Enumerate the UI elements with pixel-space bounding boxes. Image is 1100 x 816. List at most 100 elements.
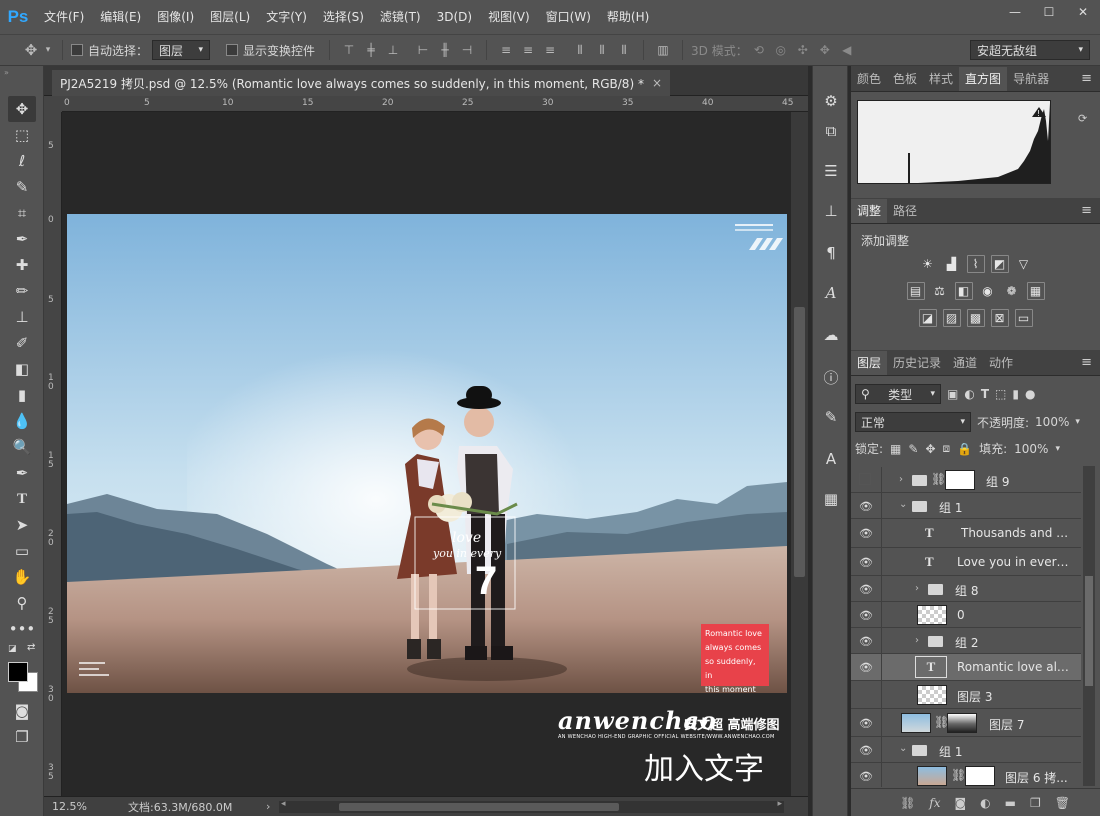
visibility-empty-icon[interactable] bbox=[859, 473, 871, 485]
collapse-icon[interactable]: » bbox=[4, 68, 9, 77]
history-brush-tool-icon[interactable]: ✐ bbox=[8, 330, 36, 356]
layer-row[interactable]: 👁 T Thousands and th... bbox=[851, 519, 1081, 548]
opacity-value[interactable]: 100% bbox=[1035, 415, 1069, 429]
gradient-tool-icon[interactable]: ▮ bbox=[8, 382, 36, 408]
align-right-icon[interactable]: ⊣ bbox=[456, 39, 478, 61]
move-tool-icon[interactable]: ✥ bbox=[20, 39, 42, 61]
vertical-ruler[interactable]: 5 0 5 1 0 1 5 2 0 2 5 3 0 3 5 bbox=[44, 112, 62, 796]
scroll-thumb[interactable] bbox=[794, 307, 805, 577]
brush-presets-icon[interactable]: ✎ bbox=[818, 404, 844, 430]
layer-row[interactable]: 👁 ⌄ 组 1 bbox=[851, 493, 1081, 519]
eye-icon[interactable]: 👁 bbox=[859, 716, 873, 730]
horizontal-ruler[interactable]: 0 5 10 15 20 25 30 35 40 45 bbox=[62, 96, 808, 112]
menu-3d[interactable]: 3D(D) bbox=[429, 0, 480, 34]
horizontal-scrollbar[interactable]: ◂ ▸ bbox=[279, 799, 784, 813]
threshold-icon[interactable]: ▩ bbox=[966, 309, 985, 327]
distribute-left-icon[interactable]: ⦀ bbox=[569, 39, 591, 61]
align-bottom-icon[interactable]: ⊥ bbox=[382, 39, 404, 61]
type-tool-icon[interactable]: T bbox=[8, 486, 36, 512]
ruler-corner[interactable] bbox=[44, 96, 62, 112]
chevron-down-icon[interactable]: ⌄ bbox=[899, 499, 907, 510]
align-top-icon[interactable]: ⊤ bbox=[338, 39, 360, 61]
delete-layer-icon[interactable]: 🗑 bbox=[1055, 796, 1070, 810]
properties-icon[interactable]: ☰ bbox=[818, 158, 844, 184]
eyedropper-tool-icon[interactable]: ✒ bbox=[8, 226, 36, 252]
distribute-top-icon[interactable]: ≡ bbox=[495, 39, 517, 61]
dodge-tool-icon[interactable]: 🔍 bbox=[8, 434, 36, 460]
chevron-down-icon[interactable]: ▾ bbox=[1075, 417, 1080, 427]
foreground-color-swatch[interactable] bbox=[8, 662, 28, 682]
zoom-level[interactable]: 12.5% bbox=[52, 800, 124, 813]
link-icon[interactable]: ⛓ bbox=[931, 472, 946, 486]
auto-align-icon[interactable]: ▥ bbox=[652, 39, 674, 61]
swap-colors-icon[interactable]: ⇄ bbox=[27, 642, 35, 653]
brightness-contrast-icon[interactable]: ☀ bbox=[919, 255, 937, 273]
menu-file[interactable]: 文件(F) bbox=[36, 0, 92, 34]
close-icon[interactable]: ✕ bbox=[1066, 0, 1100, 24]
eye-icon[interactable]: 👁 bbox=[859, 769, 873, 783]
color-balance-icon[interactable]: ⚖ bbox=[931, 282, 949, 300]
layer-row[interactable]: › ⛓ 组 9 bbox=[851, 467, 1081, 493]
layer-row-selected[interactable]: 👁 T Romantic love alw... bbox=[851, 654, 1081, 681]
3d-scale-icon[interactable]: ◀ bbox=[836, 39, 858, 61]
scroll-left-icon[interactable]: ◂ bbox=[281, 799, 286, 809]
quick-mask-icon[interactable]: ◙ bbox=[8, 698, 36, 724]
chevron-down-icon[interactable]: ▾ bbox=[42, 39, 54, 61]
filter-toggle-icon[interactable]: ● bbox=[1025, 387, 1035, 401]
tab-actions[interactable]: 动作 bbox=[983, 351, 1019, 375]
filter-adjustment-icon[interactable]: ◐ bbox=[964, 387, 974, 401]
eye-icon[interactable]: 👁 bbox=[859, 608, 873, 622]
libraries-icon[interactable]: ☁ bbox=[818, 322, 844, 348]
layer-style-icon[interactable]: fx bbox=[929, 796, 940, 810]
layer-row[interactable]: 👁 › 组 8 bbox=[851, 576, 1081, 602]
distribute-hcenter-icon[interactable]: ⦀ bbox=[591, 39, 613, 61]
distribute-bottom-icon[interactable]: ≡ bbox=[539, 39, 561, 61]
timeline-icon[interactable]: ▦ bbox=[818, 486, 844, 512]
character-styles-icon[interactable]: A bbox=[818, 446, 844, 472]
3d-slide-icon[interactable]: ✥ bbox=[814, 39, 836, 61]
invert-icon[interactable]: ◪ bbox=[918, 309, 937, 327]
vertical-scrollbar[interactable] bbox=[791, 112, 808, 796]
refresh-icon[interactable]: ⟳ bbox=[1078, 112, 1092, 126]
path-select-tool-icon[interactable]: ➤ bbox=[8, 512, 36, 538]
layer-row[interactable]: 👁 ⛓ 图层 6 拷... bbox=[851, 763, 1081, 787]
tab-layers[interactable]: 图层 bbox=[851, 351, 888, 375]
chevron-down-icon[interactable]: ▾ bbox=[1055, 444, 1060, 454]
photo-filter-icon[interactable]: ◉ bbox=[979, 282, 997, 300]
auto-select-dropdown[interactable]: 图层 ▾ bbox=[152, 40, 211, 60]
posterize-icon[interactable]: ▨ bbox=[942, 309, 961, 327]
menu-type[interactable]: 文字(Y) bbox=[258, 0, 315, 34]
lock-artboard-icon[interactable]: ⧈ bbox=[943, 441, 951, 456]
menu-filter[interactable]: 滤镜(T) bbox=[372, 0, 429, 34]
marquee-tool-icon[interactable]: ⬚ bbox=[8, 122, 36, 148]
menu-layer[interactable]: 图层(L) bbox=[202, 0, 258, 34]
document-tab[interactable]: PJ2A5219 拷贝.psd @ 12.5% (Romantic love a… bbox=[52, 70, 671, 96]
layer-thumbnail[interactable] bbox=[917, 605, 947, 625]
layer-row[interactable]: 图层 3 bbox=[851, 681, 1081, 709]
menu-image[interactable]: 图像(I) bbox=[149, 0, 202, 34]
eye-icon[interactable]: 👁 bbox=[859, 582, 873, 596]
move-tool-icon[interactable]: ✥ bbox=[8, 96, 36, 122]
layer-thumbnail[interactable] bbox=[901, 713, 931, 733]
align-left-icon[interactable]: ⊢ bbox=[412, 39, 434, 61]
pen-tool-icon[interactable]: ✒ bbox=[8, 460, 36, 486]
zoom-tool-icon[interactable]: ⚲ bbox=[8, 590, 36, 616]
eye-icon[interactable]: 👁 bbox=[859, 634, 873, 648]
panel-menu-icon[interactable]: ≡ bbox=[1081, 355, 1092, 370]
info-icon[interactable]: ⓘ bbox=[818, 364, 844, 390]
minimize-icon[interactable]: — bbox=[998, 0, 1032, 24]
menu-edit[interactable]: 编辑(E) bbox=[92, 0, 149, 34]
layer-comps-icon[interactable]: ⧉ bbox=[818, 118, 844, 144]
tab-navigator[interactable]: 导航器 bbox=[1007, 67, 1055, 91]
eye-icon[interactable]: 👁 bbox=[859, 660, 873, 674]
show-transform-checkbox[interactable] bbox=[226, 44, 239, 56]
eraser-tool-icon[interactable]: ◧ bbox=[8, 356, 36, 382]
paragraph-icon[interactable]: ¶ bbox=[818, 240, 844, 266]
rectangle-tool-icon[interactable]: ▭ bbox=[8, 538, 36, 564]
eye-icon[interactable]: 👁 bbox=[859, 499, 873, 513]
layer-mask-thumbnail[interactable] bbox=[947, 713, 977, 733]
vibrance-icon[interactable]: ▽ bbox=[1015, 255, 1033, 273]
gradient-map-icon[interactable]: ▭ bbox=[1014, 309, 1033, 327]
lock-transparent-icon[interactable]: ▦ bbox=[890, 442, 901, 456]
chevron-right-icon[interactable]: › bbox=[915, 635, 919, 646]
